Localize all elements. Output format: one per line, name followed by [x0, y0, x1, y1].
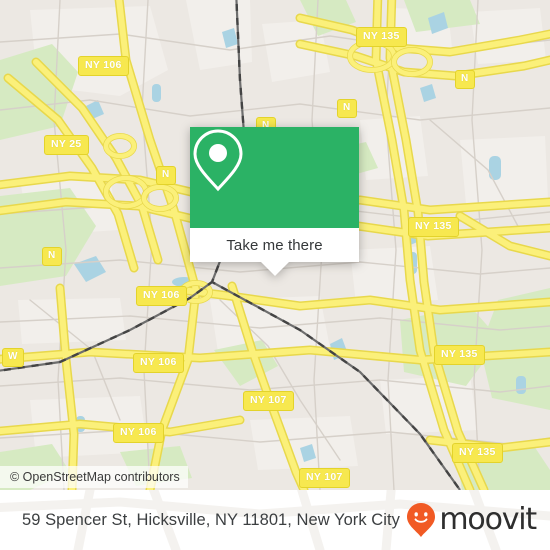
take-me-there-label: Take me there	[226, 236, 323, 254]
route-shield: NY 135	[452, 443, 503, 463]
address-label: 59 Spencer St, Hicksville, NY 11801, New…	[22, 510, 400, 529]
popup-image-area	[190, 127, 359, 228]
route-shield: N	[337, 99, 357, 118]
moovit-wordmark: moovit	[439, 502, 537, 537]
take-me-there-popup[interactable]: Take me there	[190, 127, 359, 276]
popup-action-bar[interactable]: Take me there	[190, 228, 359, 262]
route-shield: NY 106	[113, 423, 164, 443]
route-shield: NY 107	[243, 391, 294, 411]
route-shield: N	[156, 166, 176, 185]
route-shield: N	[455, 70, 475, 89]
map-canvas[interactable]: NY 135 NY 106 N N NY 25 N N NY 135 N NY 106 W NY 13…	[0, 0, 550, 490]
screenshot-root: NY 135 NY 106 N N NY 25 N N NY 135 N NY 106 W NY 13…	[0, 0, 550, 550]
route-shield: N	[42, 247, 62, 266]
route-shield: W	[2, 348, 24, 367]
moovit-smiley-pin-icon	[407, 503, 436, 537]
route-shield: NY 106	[136, 286, 187, 306]
footer-bar: 59 Spencer St, Hicksville, NY 11801, New…	[0, 490, 550, 550]
route-shield: NY 106	[78, 56, 129, 76]
moovit-logo[interactable]: moovit	[406, 502, 537, 538]
route-shield: NY 135	[408, 217, 459, 237]
route-shield: NY 106	[133, 353, 184, 373]
osm-attribution-text: © OpenStreetMap contributors	[10, 470, 180, 484]
route-shield: NY 25	[44, 135, 89, 155]
osm-attribution[interactable]: © OpenStreetMap contributors	[0, 466, 188, 488]
route-shield: NY 107	[299, 468, 350, 488]
popup-pointer-tail	[260, 262, 289, 276]
route-shield: NY 135	[356, 27, 407, 47]
map-pin-icon	[193, 129, 243, 192]
route-shield: NY 135	[434, 345, 485, 365]
